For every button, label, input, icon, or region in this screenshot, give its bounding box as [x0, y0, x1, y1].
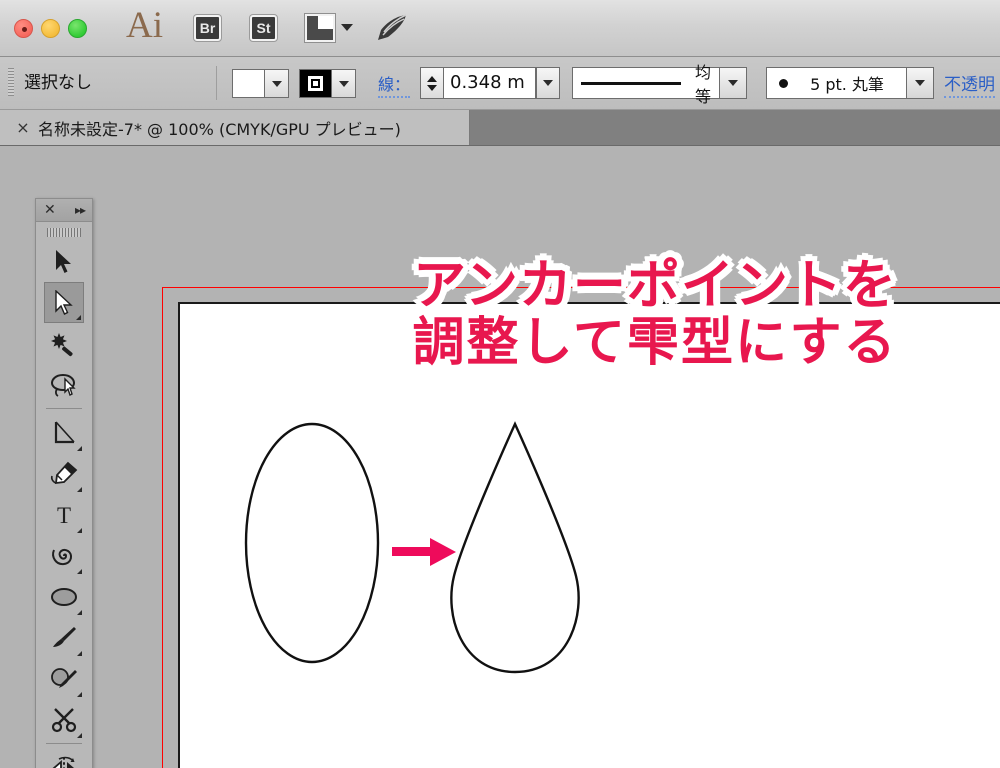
flyout-indicator-icon[interactable] [77, 610, 82, 615]
reflect-icon [52, 756, 75, 768]
pen-nib-icon [50, 461, 78, 484]
flyout-indicator-icon[interactable] [76, 315, 81, 320]
fill-color-swatch[interactable] [232, 69, 265, 98]
maximize-window-button[interactable] [68, 19, 87, 38]
stroke-width-label[interactable]: 線： [378, 71, 411, 98]
fill-dropdown-button[interactable] [265, 69, 289, 98]
stroke-profile-combo[interactable]: 均等 [572, 63, 747, 106]
tools-list: T [36, 241, 92, 768]
paintbrush-tool[interactable] [44, 617, 84, 658]
ellipse-shape[interactable] [244, 422, 380, 664]
tools-panel: ✕ ▸▸ T [35, 198, 93, 768]
tools-panel-drag-handle[interactable] [47, 228, 81, 237]
stroke-width-dropdown-button[interactable] [536, 67, 560, 99]
svg-text:T: T [57, 503, 71, 528]
flyout-indicator-icon[interactable] [77, 487, 82, 492]
selection-tool[interactable] [44, 241, 84, 282]
transform-arrow [392, 538, 456, 566]
type-tool[interactable]: T [44, 494, 84, 535]
illustrator-window: Ai Br St 選択なし 線： 0.348 m 均等 5 pt. 丸筆 不透明… [0, 0, 1000, 768]
title-bar: Ai Br St [0, 0, 1000, 57]
ellipse-icon [51, 587, 77, 606]
stroke-swatch-group[interactable] [299, 69, 356, 98]
document-tab-title: 名称未設定-7* @ 100% (CMYK/GPU プレビュー) [38, 119, 401, 139]
ellipse-tool[interactable] [44, 576, 84, 617]
chevron-down-icon[interactable] [341, 24, 353, 31]
stroke-profile-preview-icon [581, 81, 681, 85]
fill-swatch-group[interactable] [232, 69, 289, 98]
flyout-indicator-icon[interactable] [77, 733, 82, 738]
direct-selection-arrow-icon [55, 289, 73, 315]
rocket-icon[interactable] [375, 13, 409, 43]
brush-preview-icon [779, 78, 788, 88]
stroke-width-input[interactable]: 0.348 m [444, 67, 536, 99]
direct-selection-tool[interactable] [44, 282, 84, 323]
selection-arrow-icon [56, 249, 71, 273]
pen-tool[interactable] [44, 453, 84, 494]
expand-panel-icon[interactable]: ▸▸ [75, 202, 86, 218]
stock-button[interactable]: St [250, 15, 277, 41]
document-tab[interactable]: × 名称未設定-7* @ 100% (CMYK/GPU プレビュー) [0, 110, 470, 145]
reflect-tool[interactable] [44, 747, 84, 768]
close-icon[interactable]: × [16, 119, 30, 136]
line-segment-tool[interactable] [44, 412, 84, 453]
scissors-icon [51, 707, 77, 732]
opacity-label[interactable]: 不透明 [944, 70, 995, 98]
scissors-tool[interactable] [44, 699, 84, 740]
arrange-left-pane [307, 16, 319, 40]
canvas-workspace[interactable] [0, 146, 1000, 768]
flyout-indicator-icon[interactable] [77, 446, 82, 451]
stepper-up-icon[interactable] [427, 75, 437, 82]
control-bar-drag-handle[interactable] [8, 68, 14, 96]
teardrop-shape[interactable] [450, 421, 580, 674]
paintbrush-icon [53, 626, 76, 647]
line-segment-icon [54, 420, 75, 443]
flyout-indicator-icon[interactable] [77, 528, 82, 533]
stroke-profile-value: 均等 [694, 63, 711, 106]
flyout-indicator-icon[interactable] [77, 692, 82, 697]
minimize-window-button[interactable] [41, 19, 60, 38]
close-window-button[interactable] [14, 19, 33, 38]
stepper-down-icon[interactable] [427, 84, 437, 91]
shaper-pencil-icon [51, 667, 77, 688]
selection-status-label: 選択なし [24, 73, 92, 93]
tools-panel-header: ✕ ▸▸ [36, 199, 92, 222]
stroke-dropdown-button[interactable] [332, 69, 356, 98]
bridge-button[interactable]: Br [194, 15, 221, 41]
arrange-bottom-cell [318, 29, 333, 40]
tools-divider [46, 743, 82, 744]
illustrator-logo-icon: Ai [126, 5, 163, 46]
arrange-documents-icon[interactable] [305, 14, 335, 42]
stroke-color-swatch[interactable] [299, 69, 332, 98]
control-bar-separator [216, 66, 217, 100]
brush-dropdown-button[interactable] [906, 68, 933, 98]
stroke-profile-dropdown-button[interactable] [719, 68, 746, 98]
tools-divider [46, 408, 82, 409]
lasso-tool[interactable] [44, 364, 84, 405]
close-icon[interactable]: ✕ [44, 202, 56, 218]
arrange-right-pane [318, 16, 333, 40]
magic-wand-icon [51, 332, 73, 356]
flyout-indicator-icon[interactable] [77, 651, 82, 656]
flyout-indicator-icon[interactable] [77, 569, 82, 574]
window-controls [14, 19, 87, 38]
spiral-tool[interactable] [44, 535, 84, 576]
brush-definition-combo[interactable]: 5 pt. 丸筆 [766, 67, 934, 99]
lasso-icon [50, 373, 76, 397]
stroke-width-stepper[interactable] [420, 67, 444, 99]
arrange-top-cell [318, 16, 333, 28]
shaper-tool[interactable] [44, 658, 84, 699]
artwork-layer [244, 421, 580, 674]
spiral-icon [52, 548, 73, 565]
brush-definition-value: 5 pt. 丸筆 [810, 75, 884, 94]
magic-wand-tool[interactable] [44, 323, 84, 364]
document-tab-bar: × 名称未設定-7* @ 100% (CMYK/GPU プレビュー) [0, 110, 1000, 146]
type-icon: T [57, 503, 71, 528]
